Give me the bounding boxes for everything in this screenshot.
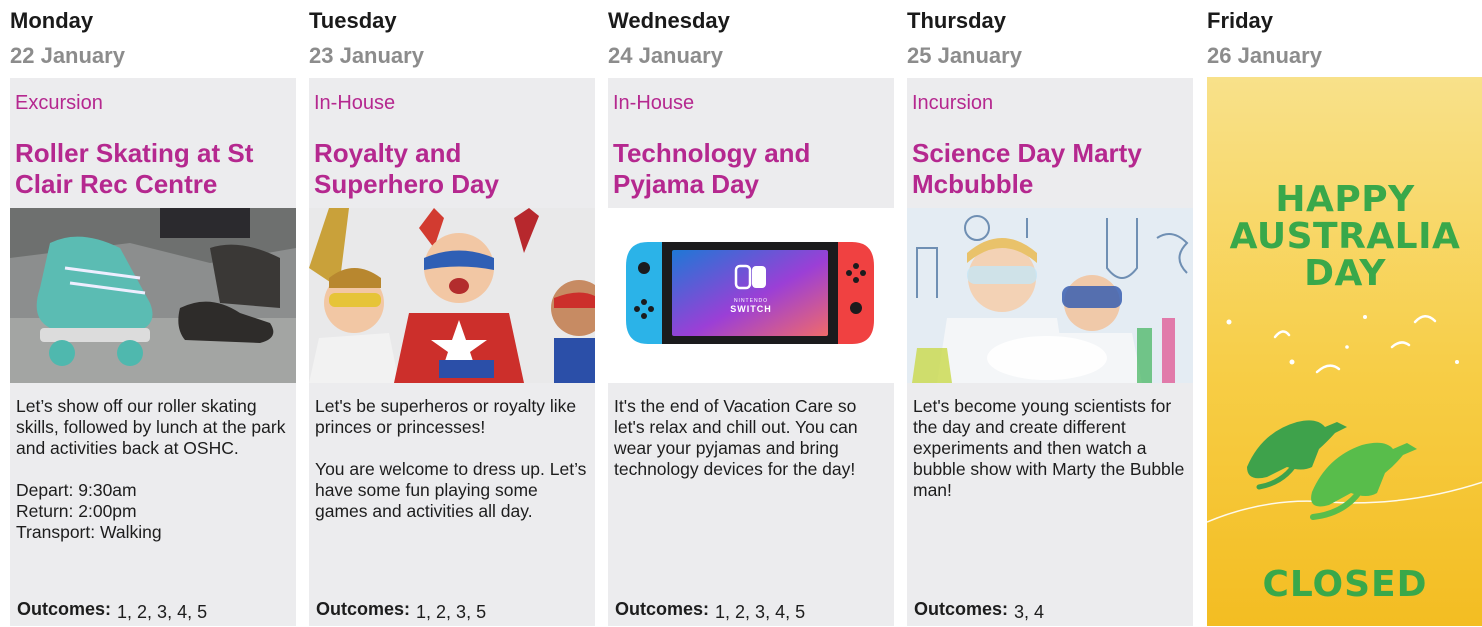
outcomes-values: 3, 4	[1014, 602, 1045, 622]
activity-title: Royalty and Superhero Day	[314, 138, 499, 199]
kids-science-experiment-photo	[907, 208, 1193, 383]
activity-card: In-House Technology and Pyjama Day NINTE…	[608, 78, 894, 626]
day-column-tuesday: Tuesday 23 January In-House Royalty and …	[309, 0, 595, 627]
day-date: 24 January	[608, 43, 723, 68]
kangaroo-icon	[1207, 315, 1482, 523]
australia-day-panel: HAPPY AUSTRALIA DAY CLOSED	[1207, 77, 1482, 626]
activity-title: Roller Skating at St Clair Rec Centre	[15, 138, 254, 199]
day-name: Monday	[10, 8, 94, 33]
activity-description: It's the end of Vacation Care so let's r…	[614, 396, 858, 479]
activity-type: Excursion	[15, 92, 103, 114]
outcomes-label: Outcomes:	[17, 599, 112, 619]
closed-label: CLOSED	[1262, 564, 1428, 605]
outcomes-label: Outcomes:	[914, 599, 1009, 619]
activity-description: Let's become young scientists for the da…	[913, 396, 1185, 500]
roller-skates-photo	[10, 208, 296, 383]
activity-card: Excursion Roller Skating at St Clair Rec…	[10, 78, 296, 626]
activity-type: In-House	[613, 92, 695, 114]
day-name: Thursday	[907, 8, 1007, 33]
activity-card: In-House Royalty and Superhero Day Let's…	[309, 78, 595, 626]
day-column-friday: Friday 26 January HAPPY AUSTRALIA DAY CL…	[1207, 0, 1482, 627]
outcomes-label: Outcomes:	[615, 599, 710, 619]
outcomes: Outcomes: 1, 2, 3, 4, 5	[615, 599, 806, 622]
day-date: 23 January	[309, 43, 424, 68]
activity-type: In-House	[314, 92, 396, 114]
day-column-monday: Monday 22 January Excursion Roller Skati…	[10, 0, 296, 627]
outcomes: Outcomes: 1, 2, 3, 4, 5	[17, 599, 208, 622]
outcomes-values: 1, 2, 3, 5	[416, 602, 487, 622]
activity-description: Let's be superheros or royalty like prin…	[315, 396, 587, 521]
activity-type: Incursion	[912, 92, 994, 114]
day-column-wednesday: Wednesday 24 January In-House Technology…	[608, 0, 894, 627]
day-date: 22 January	[10, 43, 125, 68]
outcomes: Outcomes: 3, 4	[914, 599, 1045, 622]
day-name: Wednesday	[608, 8, 730, 33]
outcomes-values: 1, 2, 3, 4, 5	[117, 602, 208, 622]
activity-title: Science Day Marty Mcbubble	[912, 138, 1142, 199]
outcomes-values: 1, 2, 3, 4, 5	[715, 602, 806, 622]
day-name: Friday	[1207, 8, 1274, 33]
day-name: Tuesday	[309, 8, 397, 33]
activity-description: Let’s show off our roller skating skills…	[16, 396, 286, 542]
game-console-photo: NINTENDO SWITCH	[608, 208, 894, 383]
outcomes-label: Outcomes:	[316, 599, 411, 619]
kids-superhero-costumes-photo	[309, 208, 595, 383]
day-date: 25 January	[907, 43, 1022, 68]
activity-card: Incursion Science Day Marty Mcbubble Let…	[907, 78, 1193, 626]
day-column-thursday: Thursday 25 January Incursion Science Da…	[907, 0, 1193, 627]
day-date: 26 January	[1207, 43, 1322, 68]
console-model-text: SWITCH	[730, 304, 772, 314]
activity-title: Technology and Pyjama Day	[613, 138, 811, 199]
outcomes: Outcomes: 1, 2, 3, 5	[316, 599, 487, 622]
